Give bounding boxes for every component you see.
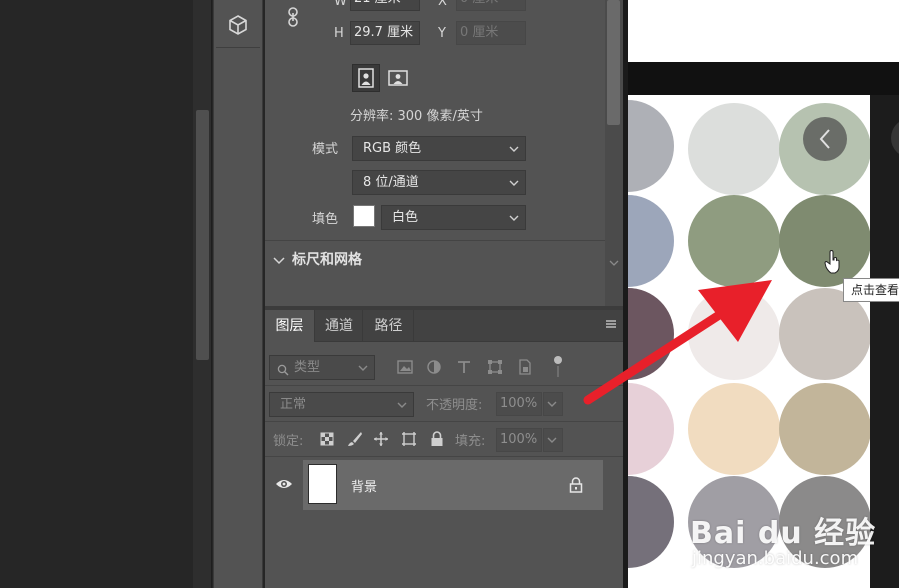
chevron-down-icon — [547, 401, 557, 407]
mode-label: 模式 — [312, 142, 339, 157]
tab-paths[interactable]: 路径 — [364, 310, 414, 342]
search-icon — [277, 361, 289, 376]
bit-depth-dropdown-value: 8 位/通道 — [363, 175, 419, 190]
x-label: X — [438, 0, 447, 9]
color-dot — [688, 103, 780, 195]
layer-filter-value: 类型 — [294, 360, 321, 375]
height-label: H — [334, 26, 344, 41]
lock-all-icon[interactable] — [428, 430, 446, 448]
row-divider — [265, 456, 623, 457]
bit-depth-dropdown[interactable]: 8 位/通道 — [352, 170, 526, 195]
link-dimensions-icon[interactable] — [285, 6, 301, 28]
mode-dropdown-value: RGB 颜色 — [363, 141, 422, 156]
hand-cursor-icon — [824, 249, 842, 274]
lock-position-icon[interactable] — [372, 430, 390, 448]
scroll-down-icon[interactable] — [609, 255, 619, 266]
workspace-scrollbar-thumb[interactable] — [196, 110, 209, 360]
tab-layers[interactable]: 图层 — [265, 310, 315, 342]
lock-transparent-pixels-icon[interactable] — [318, 430, 336, 448]
opacity-field[interactable]: 100% — [496, 392, 542, 416]
pixel-filter-icon[interactable] — [396, 358, 414, 376]
filter-toggle-icon[interactable] — [553, 355, 563, 379]
lock-label: 锁定: — [273, 434, 304, 449]
landscape-orientation-icon[interactable] — [384, 64, 412, 92]
opacity-label: 不透明度: — [426, 398, 483, 413]
blend-mode-value: 正常 — [280, 397, 307, 412]
chevron-down-icon — [397, 393, 407, 416]
lock-artboard-icon[interactable] — [400, 430, 418, 448]
layer-row[interactable] — [303, 460, 603, 510]
type-filter-icon[interactable] — [455, 358, 473, 376]
mode-dropdown[interactable]: RGB 颜色 — [352, 136, 526, 161]
document-dark-strip — [628, 62, 899, 95]
visibility-eye-icon[interactable] — [275, 477, 293, 491]
tab-channels[interactable]: 通道 — [316, 310, 363, 342]
tool-separator — [216, 47, 260, 48]
watermark-title: Bai du 经验 — [690, 516, 877, 551]
width-field[interactable]: 21 厘米 — [350, 0, 420, 11]
fill-opacity-field[interactable]: 100% — [496, 428, 542, 452]
red-arrow-annotation — [583, 280, 772, 405]
smart-object-filter-icon[interactable] — [516, 358, 534, 376]
y-label: Y — [438, 26, 446, 41]
section-divider — [265, 240, 605, 241]
layer-filter-dropdown[interactable]: 类型 — [269, 355, 375, 380]
height-field[interactable]: 29.7 厘米 — [350, 21, 420, 45]
fill-slider-toggle[interactable] — [543, 428, 563, 452]
fill-dropdown[interactable]: 白色 — [381, 205, 526, 230]
watermark-url: jingyan.baidu.com — [692, 548, 859, 569]
blend-mode-dropdown[interactable]: 正常 — [269, 392, 414, 417]
portrait-orientation-icon[interactable] — [352, 64, 380, 92]
color-dot — [628, 476, 674, 568]
opacity-slider-toggle[interactable] — [543, 392, 563, 416]
x-field[interactable]: 0 厘米 — [456, 0, 526, 11]
chevron-down-icon — [547, 437, 557, 443]
workspace-background — [0, 0, 192, 588]
chevron-down-icon — [358, 356, 368, 379]
tooltip: 点击查看 — [843, 278, 899, 302]
row-divider — [265, 385, 623, 386]
previous-image-button[interactable] — [803, 117, 847, 161]
color-dot — [628, 100, 674, 192]
chevron-down-icon — [509, 171, 519, 194]
adjustment-filter-icon[interactable] — [425, 358, 443, 376]
fill-dropdown-value: 白色 — [392, 210, 419, 225]
layer-name[interactable]: 背景 — [351, 476, 377, 495]
chevron-left-icon — [819, 129, 830, 149]
layer-lock-icon[interactable] — [569, 477, 583, 493]
row-divider — [265, 421, 623, 422]
fill-opacity-label: 填充: — [455, 434, 486, 449]
rulers-grids-section-header[interactable]: 标尺和网格 — [292, 249, 362, 269]
layers-panel — [265, 310, 623, 588]
fill-label: 填色 — [312, 212, 339, 227]
chevron-down-icon — [509, 137, 519, 160]
width-label: W — [334, 0, 347, 9]
resolution-text: 分辨率: 300 像素/英寸 — [350, 109, 483, 124]
shape-filter-icon[interactable] — [486, 358, 504, 376]
section-collapse-chevron-icon[interactable] — [273, 254, 285, 265]
fill-color-swatch[interactable] — [353, 205, 375, 227]
panel-icon-column — [213, 0, 263, 588]
y-field[interactable]: 0 厘米 — [456, 21, 526, 45]
lock-image-pixels-icon[interactable] — [346, 430, 364, 448]
properties-scrollbar-thumb[interactable] — [607, 0, 620, 125]
layer-thumbnail — [308, 464, 337, 504]
chevron-down-icon — [509, 206, 519, 229]
color-dot — [779, 383, 870, 475]
3d-cube-icon[interactable] — [223, 10, 253, 40]
document-top-page — [628, 0, 899, 62]
